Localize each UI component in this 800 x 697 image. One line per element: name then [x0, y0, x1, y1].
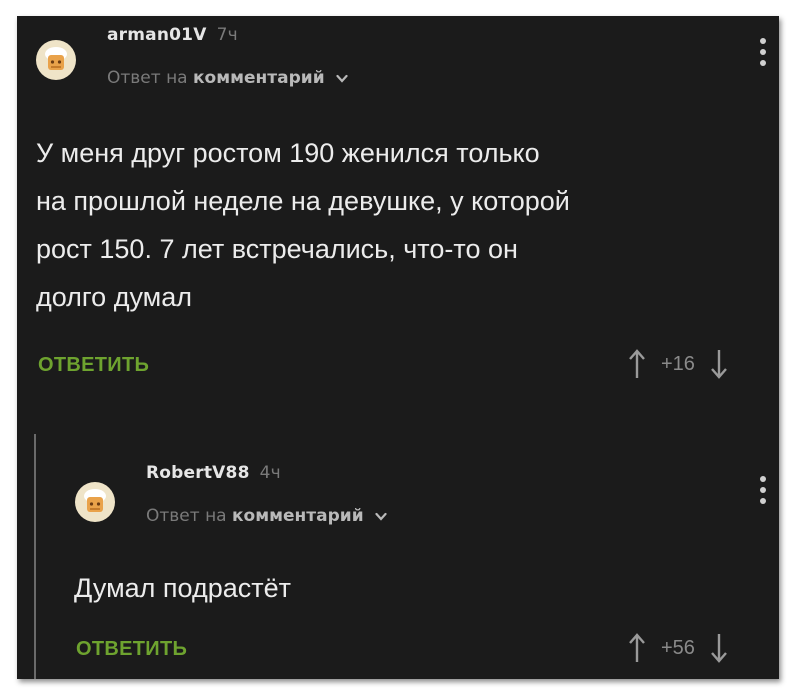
thread-line[interactable]	[34, 434, 36, 679]
vote-controls: +56	[627, 632, 729, 664]
author-name[interactable]: arman01V	[107, 25, 207, 45]
comment-text-line: Думал подрастёт	[74, 573, 291, 603]
reply-target[interactable]: комментарий	[232, 506, 364, 526]
reply-to-link[interactable]: Ответ на комментарий	[146, 506, 387, 526]
comment-text-line: долго думал	[36, 282, 192, 312]
chevron-down-icon[interactable]	[336, 74, 348, 83]
comments-panel: arman01V 7ч Ответ на комментарий У меня д…	[17, 16, 779, 679]
reply-prefix: Ответ на	[146, 506, 227, 526]
reply-button[interactable]: ОТВЕТИТЬ	[38, 354, 149, 377]
reply-target[interactable]: комментарий	[193, 68, 325, 88]
reply-prefix: Ответ на	[107, 68, 188, 88]
comment-text: У меня друг ростом 190 женился только на…	[36, 129, 570, 321]
comment-author[interactable]: arman01V 7ч	[107, 25, 238, 45]
chef-avatar-icon	[45, 47, 67, 70]
comment-text: Думал подрастёт	[74, 564, 291, 612]
comment-text-line: У меня друг ростом 190 женился только	[36, 138, 540, 168]
comment-text-line: рост 150. 7 лет встречались, что-то он	[36, 234, 518, 264]
rating-count: +56	[661, 636, 695, 659]
comment-time: 4ч	[259, 463, 281, 483]
more-options-icon[interactable]	[758, 38, 768, 66]
chevron-down-icon[interactable]	[375, 512, 387, 521]
arrow-up-icon[interactable]	[627, 348, 647, 380]
arrow-down-icon[interactable]	[709, 632, 729, 664]
avatar[interactable]	[36, 40, 76, 80]
comment-author[interactable]: RobertV88 4ч	[146, 463, 281, 483]
vote-controls: +16	[627, 348, 729, 380]
more-options-icon[interactable]	[758, 476, 768, 504]
reply-to-link[interactable]: Ответ на комментарий	[107, 68, 348, 88]
arrow-down-icon[interactable]	[709, 348, 729, 380]
rating-count: +16	[661, 352, 695, 375]
chef-avatar-icon	[84, 489, 106, 512]
reply-button[interactable]: ОТВЕТИТЬ	[76, 638, 187, 661]
arrow-up-icon[interactable]	[627, 632, 647, 664]
comment-time: 7ч	[216, 25, 238, 45]
author-name[interactable]: RobertV88	[146, 463, 250, 483]
avatar[interactable]	[75, 482, 115, 522]
comment-text-line: на прошлой неделе на девушке, у которой	[36, 186, 570, 216]
